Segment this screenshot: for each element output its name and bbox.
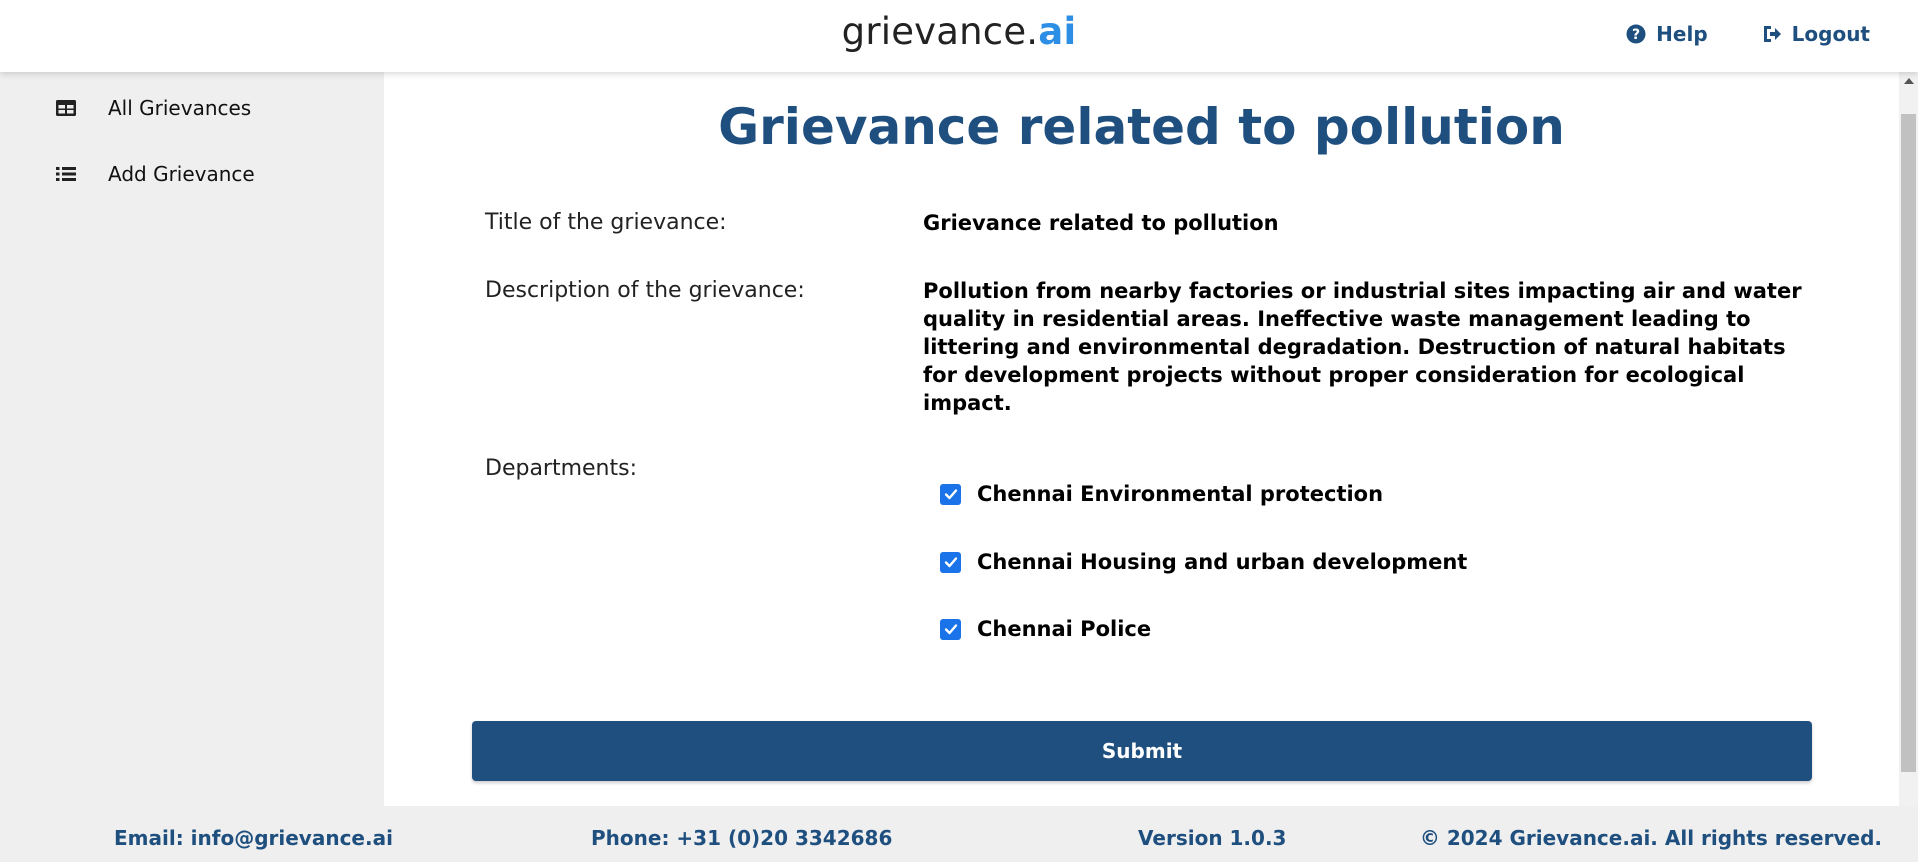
department-label: Chennai Environmental protection — [977, 482, 1384, 506]
top-navbar: grievance.ai ? Help Logout — [0, 0, 1918, 72]
check-icon — [944, 489, 957, 500]
header-actions: ? Help Logout — [1626, 22, 1870, 46]
checkbox-checked[interactable] — [940, 551, 961, 573]
scroll-up-arrow-icon[interactable] — [1904, 78, 1914, 84]
table-icon — [56, 100, 76, 116]
sign-out-icon — [1763, 26, 1781, 42]
title-label: Title of the grievance: — [485, 210, 727, 235]
logout-label: Logout — [1791, 22, 1870, 46]
sidebar: All Grievances Add Grievance — [0, 72, 384, 806]
vertical-scrollbar[interactable] — [1899, 72, 1918, 806]
brand-name: grievance. — [841, 10, 1039, 53]
checkbox-checked[interactable] — [940, 618, 961, 640]
help-button[interactable]: ? Help — [1626, 22, 1708, 46]
sidebar-item-all-grievances[interactable]: All Grievances — [54, 96, 251, 120]
question-circle-icon: ? — [1626, 24, 1646, 44]
description-value: Pollution from nearby factories or indus… — [923, 279, 1802, 415]
help-label: Help — [1656, 22, 1708, 46]
footer: Email: info@grievance.ai Phone: +31 (0)2… — [0, 806, 1918, 862]
department-option[interactable]: Chennai Housing and urban development — [940, 550, 1467, 574]
department-label: Chennai Housing and urban development — [977, 550, 1468, 574]
sidebar-item-add-grievance[interactable]: Add Grievance — [54, 162, 255, 186]
departments-label: Departments: — [485, 456, 638, 481]
sidebar-item-label: Add Grievance — [108, 162, 255, 186]
submit-button[interactable]: Submit — [472, 721, 1812, 781]
footer-email: Email: info@grievance.ai — [114, 826, 393, 850]
checkbox-checked[interactable] — [940, 483, 961, 505]
svg-text:?: ? — [1632, 27, 1640, 43]
brand-accent: ai — [1038, 10, 1077, 53]
check-icon — [944, 624, 957, 635]
page-title: Grievance related to pollution — [718, 98, 1565, 156]
main-content: Grievance related to pollution Title of … — [384, 72, 1899, 806]
footer-version: Version 1.0.3 — [1138, 826, 1287, 850]
title-value: Grievance related to pollution — [923, 211, 1279, 235]
description-label: Description of the grievance: — [485, 278, 805, 303]
footer-copyright: © 2024 Grievance.ai. All rights reserved… — [1419, 826, 1882, 850]
sidebar-item-label: All Grievances — [108, 96, 252, 120]
check-icon — [944, 557, 957, 568]
department-option[interactable]: Chennai Police — [940, 617, 1151, 641]
footer-phone: Phone: +31 (0)20 3342686 — [591, 826, 893, 850]
department-option[interactable]: Chennai Environmental protection — [940, 482, 1383, 506]
logout-button[interactable]: Logout — [1762, 22, 1870, 46]
list-icon — [56, 167, 76, 181]
department-label: Chennai Police — [977, 617, 1152, 641]
scrollbar-thumb[interactable] — [1901, 114, 1916, 772]
